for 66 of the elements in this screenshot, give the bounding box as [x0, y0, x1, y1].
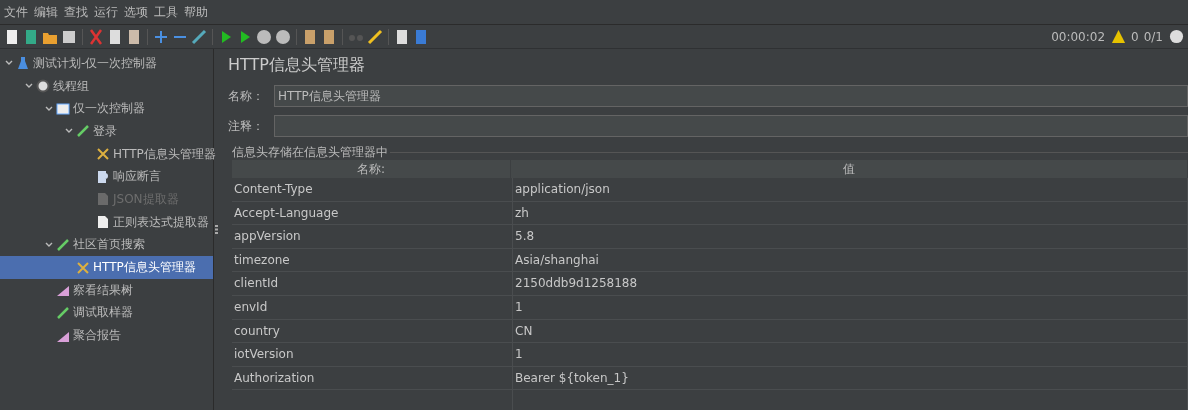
tree-item[interactable]: HTTP信息头管理器	[0, 142, 213, 166]
pencil-icon	[76, 124, 90, 139]
table-cell: application/json	[513, 178, 1188, 201]
table-cell: appVersion	[232, 225, 513, 248]
field-label: 注释：	[228, 117, 265, 135]
menu-item[interactable]: 选项	[124, 3, 148, 21]
warning-count: 0	[1131, 29, 1139, 44]
table-cell: iotVersion	[232, 343, 513, 366]
table-cell: zh	[513, 201, 1188, 225]
pencil-icon	[56, 237, 70, 252]
shutdown-icon[interactable]	[275, 28, 291, 45]
table-cell: envId	[232, 295, 513, 319]
field-label: 名称：	[228, 87, 265, 105]
caret-icon[interactable]	[45, 240, 53, 249]
document-icon	[96, 215, 110, 230]
tree-item[interactable]: 察看结果树	[0, 278, 213, 302]
table-cell: Asia/shanghai	[513, 248, 1188, 272]
tree-item[interactable]: 社区首页搜索	[0, 233, 213, 257]
splitter-handle[interactable]	[214, 225, 218, 234]
menu-item[interactable]: 运行	[94, 3, 118, 21]
tree-item[interactable]: 响应断言	[0, 165, 213, 189]
table-cell: Bearer ${token_1}	[513, 366, 1188, 390]
tree-item[interactable]: 调试取样器	[0, 301, 213, 325]
wrench-icon	[96, 147, 110, 162]
flask-icon	[16, 56, 30, 71]
table-cell: clientId	[232, 272, 513, 295]
column-header[interactable]: 名称:	[232, 160, 511, 178]
name-field[interactable]: HTTP信息头管理器	[274, 85, 1188, 107]
table-cell: Accept-Language	[232, 201, 513, 225]
stop-icon[interactable]	[256, 28, 272, 45]
tree-item[interactable]: 聚合报告	[0, 324, 213, 347]
wrench-icon	[76, 260, 90, 275]
expand-icon[interactable]	[153, 28, 169, 45]
panel-title: HTTP信息头管理器	[228, 55, 366, 76]
table-cell: CN	[513, 319, 1188, 343]
column-header[interactable]: 值	[511, 160, 1188, 178]
table-cell: Content-Type	[232, 178, 513, 201]
new-file-icon[interactable]	[4, 28, 20, 45]
table-cell: 5.8	[513, 225, 1188, 248]
thread-count: 0/1	[1143, 29, 1163, 44]
table-cell: country	[232, 319, 513, 343]
table-cell: 2150ddb9d1258188	[513, 272, 1188, 295]
group-title: 信息头存储在信息头管理器中	[232, 143, 388, 161]
table-cell: 1	[513, 343, 1188, 366]
menu-item[interactable]: 文件	[4, 3, 28, 21]
warning-icon	[1111, 29, 1127, 44]
tree-item[interactable]: HTTP信息头管理器	[0, 256, 213, 279]
chart-icon	[56, 283, 70, 298]
window-icon	[56, 101, 70, 116]
menu-item[interactable]: 编辑	[34, 3, 58, 21]
menu-item[interactable]: 帮助	[184, 3, 208, 21]
caret-icon[interactable]	[45, 104, 53, 113]
pencil-icon	[56, 305, 70, 320]
elapsed-time: 00:00:02	[1051, 29, 1106, 44]
comment-field[interactable]	[274, 115, 1188, 137]
tree-item[interactable]: 登录	[0, 120, 213, 143]
tree-item[interactable]: 测试计划-仅一次控制器	[0, 52, 213, 75]
table-cell: 1	[513, 295, 1188, 319]
menu-item[interactable]: 查找	[64, 3, 88, 21]
document-icon	[96, 192, 110, 207]
table-cell: Authorization	[232, 366, 513, 390]
tree-item[interactable]: 线程组	[0, 74, 213, 98]
tree-item[interactable]: 正则表达式提取器	[0, 210, 213, 234]
table-cell: timezone	[232, 248, 513, 272]
menu-item[interactable]: 工具	[154, 3, 178, 21]
tree-item[interactable]: 仅一次控制器	[0, 97, 213, 121]
